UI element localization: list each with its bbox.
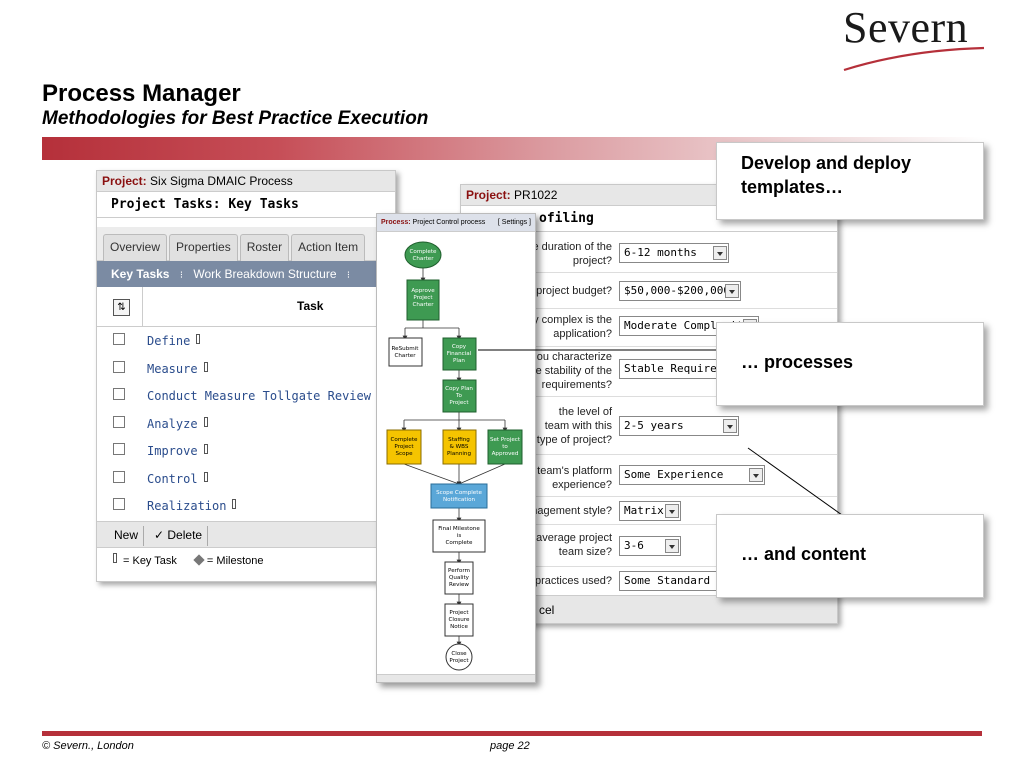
callout-templates-line2: templates…	[741, 177, 844, 197]
callout-processes: … processes	[716, 322, 984, 406]
callout-templates: Develop and deploy templates…	[716, 142, 984, 220]
callout-content: … and content	[716, 514, 984, 598]
footer-rule	[42, 731, 982, 736]
page-number: page 22	[490, 740, 530, 752]
callout-templates-line1: Develop and deploy	[741, 153, 912, 173]
footer-copyright: © Severn., London	[42, 740, 134, 752]
